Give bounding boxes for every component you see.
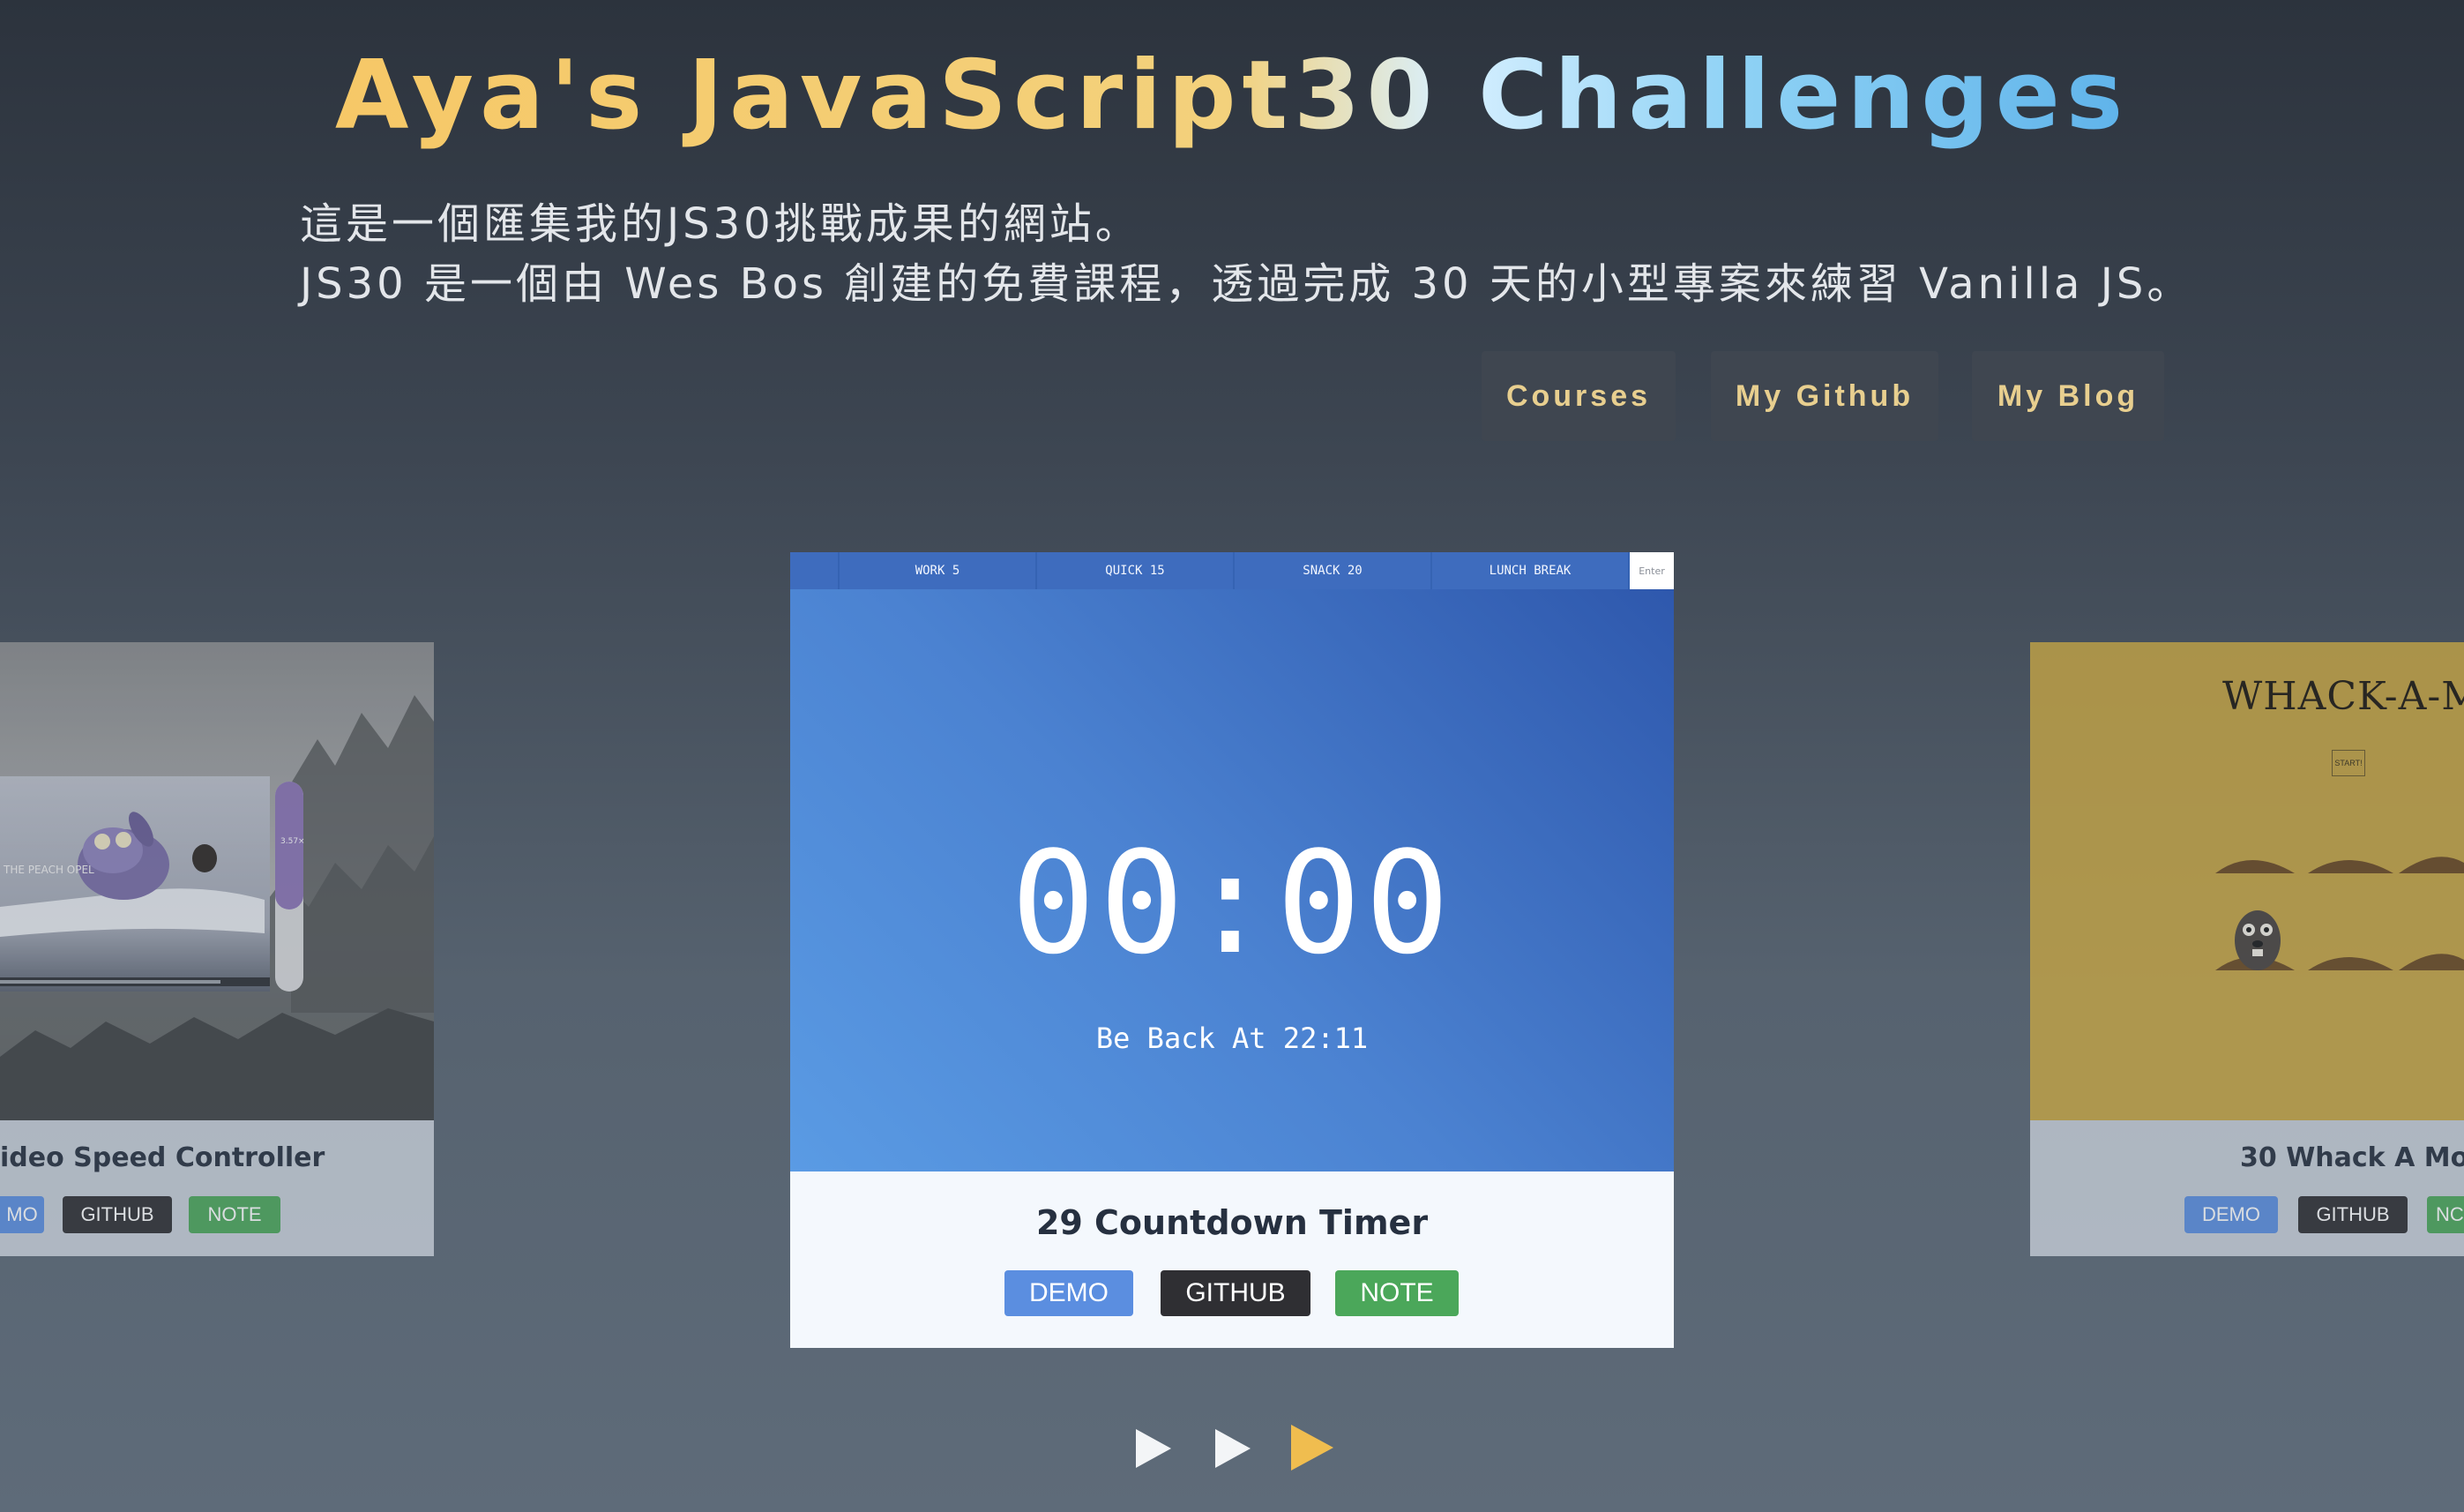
card-thumbnail: THE PEACH OPEL 3.57× [0, 642, 434, 1120]
card-thumbnail: WORK 5 QUICK 15 SNACK 20 LUNCH BREAK Ent… [790, 552, 1674, 1171]
project-card-countdown-timer[interactable]: WORK 5 QUICK 15 SNACK 20 LUNCH BREAK Ent… [790, 552, 1674, 1348]
intro-text: 這是一個匯集我的JS30挑戰成果的網站。 JS30 是一個由 Wes Bos 創… [300, 194, 2192, 314]
card-caption: 30 Whack A Mole DEMO GITHUB NC [2030, 1120, 2464, 1256]
demo-button[interactable]: DEMO [2184, 1196, 2278, 1233]
card-thumbnail: WHACK-A-MOLE! 1 START! [2030, 642, 2464, 1120]
my-github-button[interactable]: My Github [1711, 351, 1938, 441]
github-button[interactable]: GITHUB [63, 1196, 172, 1233]
misty-forest-thumbnail: THE PEACH OPEL 3.57× [0, 642, 434, 1120]
my-blog-button[interactable]: My Blog [1972, 351, 2164, 441]
card-title: 29 Countdown Timer [1035, 1203, 1429, 1242]
card-title: ideo Speed Controller [0, 1142, 325, 1173]
demo-button[interactable]: MO [0, 1196, 44, 1233]
demo-button[interactable]: DEMO [1004, 1270, 1133, 1316]
end-time-display: Be Back At 22:11 [1095, 1022, 1369, 1055]
carousel-play-icon-1[interactable] [1136, 1429, 1171, 1468]
github-button[interactable]: GITHUB [2298, 1196, 2408, 1233]
project-card-whack-a-mole[interactable]: WHACK-A-MOLE! 1 START! 30 Whack [2030, 642, 2464, 1256]
timer-display: 00:00 [1011, 820, 1453, 985]
page-title: Aya's JavaScript30 Challenges [334, 41, 2130, 151]
note-button[interactable]: NC [2427, 1196, 2464, 1233]
note-button[interactable]: NOTE [1335, 1270, 1459, 1316]
mole-icon [2235, 910, 2281, 970]
github-button[interactable]: GITHUB [1161, 1270, 1310, 1316]
speed-readout: 3.57× [280, 837, 305, 846]
tab-lunch-break: LUNCH BREAK [1432, 552, 1630, 589]
intro-line-1: 這是一個匯集我的JS30挑戰成果的網站。 [300, 199, 1141, 249]
carousel-play-icon-active[interactable] [1291, 1425, 1333, 1471]
minutes-input: Enter [1630, 552, 1674, 589]
card-caption: ideo Speed Controller MO GITHUB NOTE [0, 1120, 434, 1256]
tab-spacer [790, 552, 840, 589]
tab-work-5: WORK 5 [840, 552, 1037, 589]
carousel-play-icon-2[interactable] [1215, 1429, 1251, 1468]
mole-holes [2215, 857, 2464, 970]
tab-quick-15: QUICK 15 [1037, 552, 1235, 589]
card-caption: 29 Countdown Timer DEMO GITHUB NOTE [790, 1171, 1674, 1348]
note-button[interactable]: NOTE [189, 1196, 280, 1233]
timer-tab-bar: WORK 5 QUICK 15 SNACK 20 LUNCH BREAK Ent… [790, 552, 1674, 589]
tab-snack-20: SNACK 20 [1235, 552, 1432, 589]
card-title: 30 Whack A Mole [2240, 1142, 2464, 1173]
project-card-video-speed-controller[interactable]: THE PEACH OPEL 3.57× ideo Speed Controll… [0, 642, 434, 1256]
video-overlay-text: THE PEACH OPEL [3, 864, 94, 876]
courses-button[interactable]: Courses [1482, 351, 1676, 441]
intro-line-2: JS30 是一個由 Wes Bos 創建的免費課程，透過完成 30 天的小型專案… [300, 259, 2193, 309]
